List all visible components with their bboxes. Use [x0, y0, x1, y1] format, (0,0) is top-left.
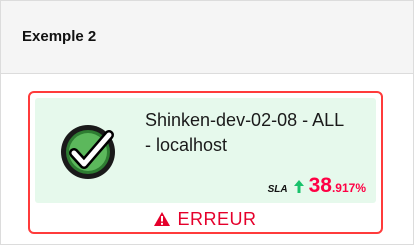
- panel-title: Exemple 2: [22, 28, 97, 45]
- host-sla-card[interactable]: Shinken-dev-02-08 - ALL - localhost SLA …: [28, 91, 383, 234]
- card-body: Shinken-dev-02-08 - ALL - localhost SLA …: [35, 98, 376, 203]
- sla-value-integer: 38: [308, 174, 332, 197]
- sla-label: SLA: [267, 184, 288, 195]
- sla-row: SLA 38 .917%: [268, 174, 366, 198]
- warning-icon: [154, 212, 171, 226]
- example-panel: Exemple 2 Shinken-dev-02-08 - ALL - loca…: [0, 0, 414, 245]
- check-circle-icon: [61, 125, 115, 179]
- arrow-up-icon: [293, 179, 304, 193]
- sla-value-decimal: .917%: [331, 181, 366, 195]
- panel-header: Exemple 2: [1, 1, 413, 74]
- host-name[interactable]: Shinken-dev-02-08 - ALL - localhost: [145, 108, 345, 158]
- status-footer: ERREUR: [30, 206, 381, 232]
- status-label: ERREUR: [177, 208, 257, 229]
